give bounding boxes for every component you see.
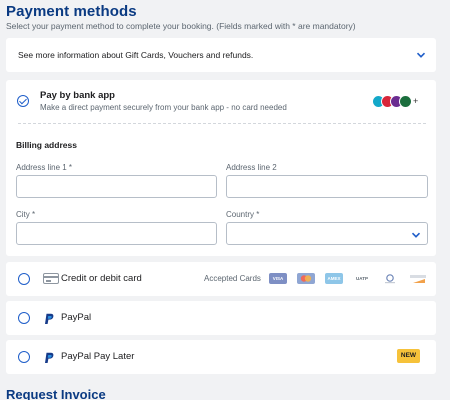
country-label: Country * — [226, 210, 260, 219]
chevron-down-icon[interactable] — [416, 50, 426, 60]
paypal-pay-later-radio[interactable] — [18, 351, 30, 363]
credit-card-label: Credit or debit card — [61, 273, 142, 284]
mastercard-icon — [297, 273, 315, 284]
more-banks-icon: + — [413, 96, 419, 106]
page-subtitle: Select your payment method to complete y… — [6, 21, 356, 31]
accepted-cards-label: Accepted Cards — [204, 274, 261, 283]
billing-address-title: Billing address — [16, 140, 77, 150]
info-text: See more information about Gift Cards, V… — [18, 50, 254, 60]
new-badge: NEW — [397, 349, 420, 363]
address-line-2-label: Address line 2 — [226, 163, 277, 172]
address-line-2-input[interactable] — [226, 175, 428, 198]
pay-by-bank-card: Pay by bank app Make a direct payment se… — [6, 80, 436, 256]
country-select[interactable] — [226, 222, 428, 245]
amex-icon: AMEX — [325, 273, 343, 284]
pay-by-bank-title: Pay by bank app — [40, 90, 115, 101]
credit-card-option[interactable]: Credit or debit card Accepted Cards VISA… — [6, 262, 436, 296]
pay-by-bank-subtitle: Make a direct payment securely from your… — [40, 103, 287, 112]
diners-icon — [381, 273, 399, 284]
credit-card-icon — [43, 273, 59, 284]
page-title: Payment methods — [6, 3, 137, 20]
paypal-pay-later-label: PayPal Pay Later — [61, 351, 135, 362]
gift-card-info-accordion[interactable]: See more information about Gift Cards, V… — [6, 38, 436, 72]
divider — [18, 123, 426, 124]
pay-by-bank-option[interactable]: Pay by bank app Make a direct payment se… — [6, 80, 436, 124]
bank-logos: + — [372, 95, 424, 108]
bank-logo-icon — [399, 95, 412, 108]
city-input[interactable] — [16, 222, 217, 245]
pay-by-bank-radio[interactable] — [17, 95, 29, 107]
payment-page: Payment methods Select your payment meth… — [0, 0, 450, 400]
chevron-down-icon — [411, 230, 421, 240]
visa-icon: VISA — [269, 273, 287, 284]
uatp-icon: UATP — [353, 273, 371, 284]
credit-card-radio[interactable] — [18, 273, 30, 285]
paypal-icon — [44, 351, 55, 363]
address-line-1-label: Address line 1 * — [16, 163, 73, 172]
paypal-option[interactable]: PayPal — [6, 301, 436, 335]
address-line-1-input[interactable] — [16, 175, 217, 198]
request-invoice-title: Request Invoice — [6, 387, 106, 400]
city-label: City * — [16, 210, 36, 219]
paypal-icon — [44, 312, 55, 324]
paypal-label: PayPal — [61, 312, 92, 323]
paypal-radio[interactable] — [18, 312, 30, 324]
paypal-pay-later-option[interactable]: PayPal Pay Later NEW — [6, 340, 436, 374]
discover-icon — [409, 273, 427, 284]
